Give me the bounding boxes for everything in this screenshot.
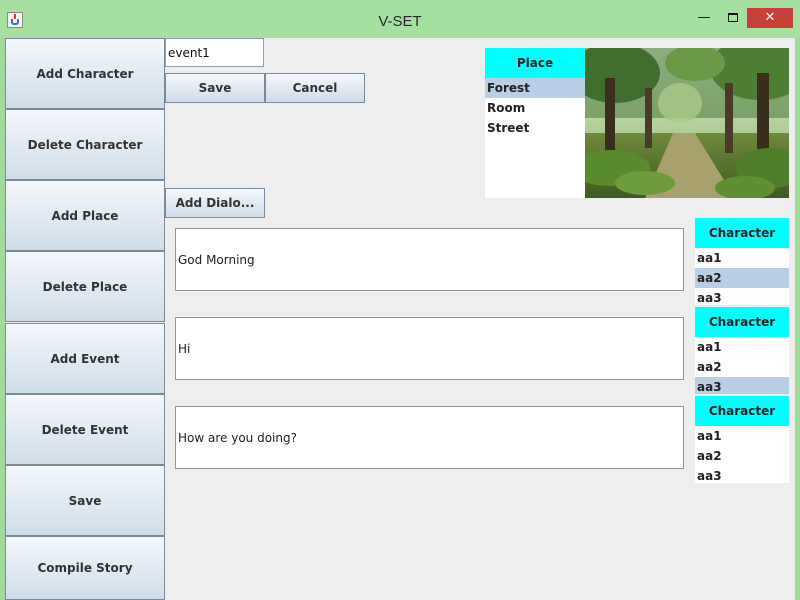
add-character-button[interactable]: Add Character (5, 38, 165, 109)
place-item-forest[interactable]: Forest (485, 78, 585, 98)
close-button[interactable]: ✕ (747, 8, 793, 28)
dialog-text-1[interactable]: God Morning (175, 228, 684, 291)
character-item-aa1[interactable]: aa1 (695, 426, 789, 446)
character-item-aa2[interactable]: aa2 (695, 268, 789, 288)
event-save-button[interactable]: Save (165, 73, 265, 103)
add-place-button[interactable]: Add Place (5, 180, 165, 251)
maximize-button[interactable] (720, 8, 746, 28)
dialog-text-2[interactable]: Hi (175, 317, 684, 380)
character-item-aa1[interactable]: aa1 (695, 248, 789, 268)
delete-character-button[interactable]: Delete Character (5, 109, 165, 180)
place-item-room[interactable]: Room (485, 98, 585, 118)
character-list-1: aa1 aa2 aa3 (695, 248, 789, 305)
add-dialog-button[interactable]: Add Dialo... (165, 188, 265, 218)
window-title: V-SET (378, 13, 422, 30)
compile-story-button[interactable]: Compile Story (5, 536, 165, 600)
event-cancel-button[interactable]: Cancel (265, 73, 365, 103)
forest-scene-svg (585, 48, 789, 198)
add-event-button[interactable]: Add Event (5, 323, 165, 394)
minimize-button[interactable]: — (690, 8, 718, 28)
place-list-header: Place (485, 48, 585, 78)
character-list-3: aa1 aa2 aa3 (695, 426, 789, 483)
character-item-aa2[interactable]: aa2 (695, 446, 789, 466)
delete-place-button[interactable]: Delete Place (5, 251, 165, 322)
character-item-aa1[interactable]: aa1 (695, 337, 789, 357)
save-story-button[interactable]: Save (5, 465, 165, 536)
character-item-aa3[interactable]: aa3 (695, 288, 789, 305)
app-window: V-SET — ✕ Add Character Delete Character… (0, 0, 800, 600)
place-list: Forest Room Street (485, 78, 585, 198)
dialog-text-3[interactable]: How are you doing? (175, 406, 684, 469)
delete-event-button[interactable]: Delete Event (5, 394, 165, 465)
character-list-header-1: Character (695, 218, 789, 248)
character-item-aa3[interactable]: aa3 (695, 377, 789, 394)
place-item-street[interactable]: Street (485, 118, 585, 138)
maximize-icon (728, 13, 738, 22)
character-item-aa2[interactable]: aa2 (695, 357, 789, 377)
character-list-2: aa1 aa2 aa3 (695, 337, 789, 394)
event-name-input[interactable]: event1 (165, 38, 264, 67)
character-item-aa3[interactable]: aa3 (695, 466, 789, 483)
content-pane: Add Character Delete Character Add Place… (5, 38, 795, 600)
title-bar[interactable]: V-SET — ✕ (0, 0, 800, 38)
character-list-header-3: Character (695, 396, 789, 426)
forest-scene-image (585, 48, 789, 198)
character-list-header-2: Character (695, 307, 789, 337)
